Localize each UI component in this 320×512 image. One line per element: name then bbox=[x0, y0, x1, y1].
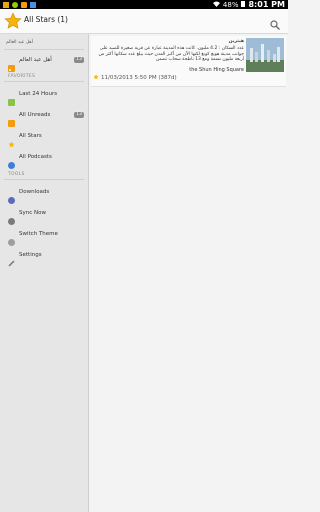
app-star-icon[interactable] bbox=[4, 12, 22, 30]
sidebar-item-label: أهل عبد العالم bbox=[19, 57, 52, 63]
sidebar-item-label: Sync Now bbox=[19, 210, 46, 216]
image-notification-icon bbox=[30, 1, 36, 8]
settings-icon bbox=[8, 252, 15, 267]
tools-header: TOOLS bbox=[8, 172, 25, 177]
battery-text: 48% bbox=[222, 0, 239, 9]
article-date: 11/03/2013 5:50 PM (387d) bbox=[101, 75, 177, 81]
article-meta: 11/03/2013 5:50 PM (387d) bbox=[93, 74, 177, 82]
clock: 8:01 PM bbox=[248, 0, 285, 9]
article-list: هيتزين عدد السكان : 4.2 مليون. كانت هذه … bbox=[89, 34, 288, 512]
sidebar-item-label: All Stars bbox=[19, 133, 42, 139]
rss-feed-icon bbox=[8, 57, 15, 72]
sidebar-feed-title[interactable]: أهل عبد العالم bbox=[6, 40, 33, 45]
rss-feed-icon bbox=[8, 112, 15, 127]
battery-icon bbox=[241, 0, 246, 9]
page-title: All Stars (1) bbox=[24, 15, 68, 24]
sidebar-item-last-24-hours[interactable]: Last 24 Hours bbox=[0, 84, 88, 106]
article-source: هيتزين bbox=[228, 39, 244, 44]
article-thumbnail bbox=[246, 38, 284, 72]
sidebar-item-label: All Podcasts bbox=[19, 154, 52, 160]
rss-feed-icon bbox=[8, 91, 15, 106]
sidebar-item-all-podcasts[interactable]: All Podcasts bbox=[0, 147, 88, 169]
sidebar-item-feed[interactable]: أهل عبد العالم 13 bbox=[0, 50, 88, 72]
sidebar-item-label: Settings bbox=[19, 252, 42, 258]
android-icon bbox=[12, 1, 18, 8]
sidebar-item-sync-now[interactable]: Sync Now bbox=[0, 203, 88, 225]
sidebar-item-label: All Unreads bbox=[19, 112, 51, 118]
sidebar-item-downloads[interactable]: Downloads bbox=[0, 182, 88, 204]
theme-icon bbox=[8, 231, 15, 246]
rss-notification-icon bbox=[21, 1, 27, 8]
action-bar: All Stars (1) bbox=[0, 9, 288, 34]
article-card[interactable]: هيتزين عدد السكان : 4.2 مليون. كانت هذه … bbox=[91, 36, 286, 87]
divider bbox=[4, 179, 84, 180]
starred-icon[interactable] bbox=[93, 74, 99, 82]
download-icon bbox=[8, 189, 15, 204]
wifi-icon bbox=[212, 1, 220, 9]
sidebar-item-all-unreads[interactable]: All Unreads 13 bbox=[0, 105, 88, 127]
search-icon[interactable] bbox=[270, 15, 280, 30]
sidebar-item-label: Switch Theme bbox=[19, 231, 58, 237]
sidebar-item-settings[interactable]: Settings bbox=[0, 245, 88, 267]
sync-icon bbox=[8, 210, 15, 225]
sidebar-item-all-stars[interactable]: All Stars bbox=[0, 126, 88, 147]
star-icon bbox=[8, 133, 15, 147]
sidebar-item-label: Last 24 Hours bbox=[19, 91, 58, 97]
article-body: عدد السكان : 4.2 مليون. كانت هذه المدينة… bbox=[98, 46, 244, 62]
sidebar: أهل عبد العالم أهل عبد العالم 13 FAVORIT… bbox=[0, 34, 89, 512]
sidebar-item-label: Downloads bbox=[19, 189, 50, 195]
sidebar-item-switch-theme[interactable]: Switch Theme bbox=[0, 224, 88, 246]
divider bbox=[4, 81, 84, 82]
status-bar: 48% 8:01 PM bbox=[0, 0, 288, 9]
article-body-english: the Shun Hing Square bbox=[189, 67, 244, 73]
favorites-header: FAVORITES bbox=[8, 74, 36, 79]
podcast-icon bbox=[8, 154, 15, 169]
unread-count-badge: 13 bbox=[74, 57, 84, 63]
notification-icon bbox=[3, 1, 9, 8]
unread-count-badge: 13 bbox=[74, 112, 84, 118]
